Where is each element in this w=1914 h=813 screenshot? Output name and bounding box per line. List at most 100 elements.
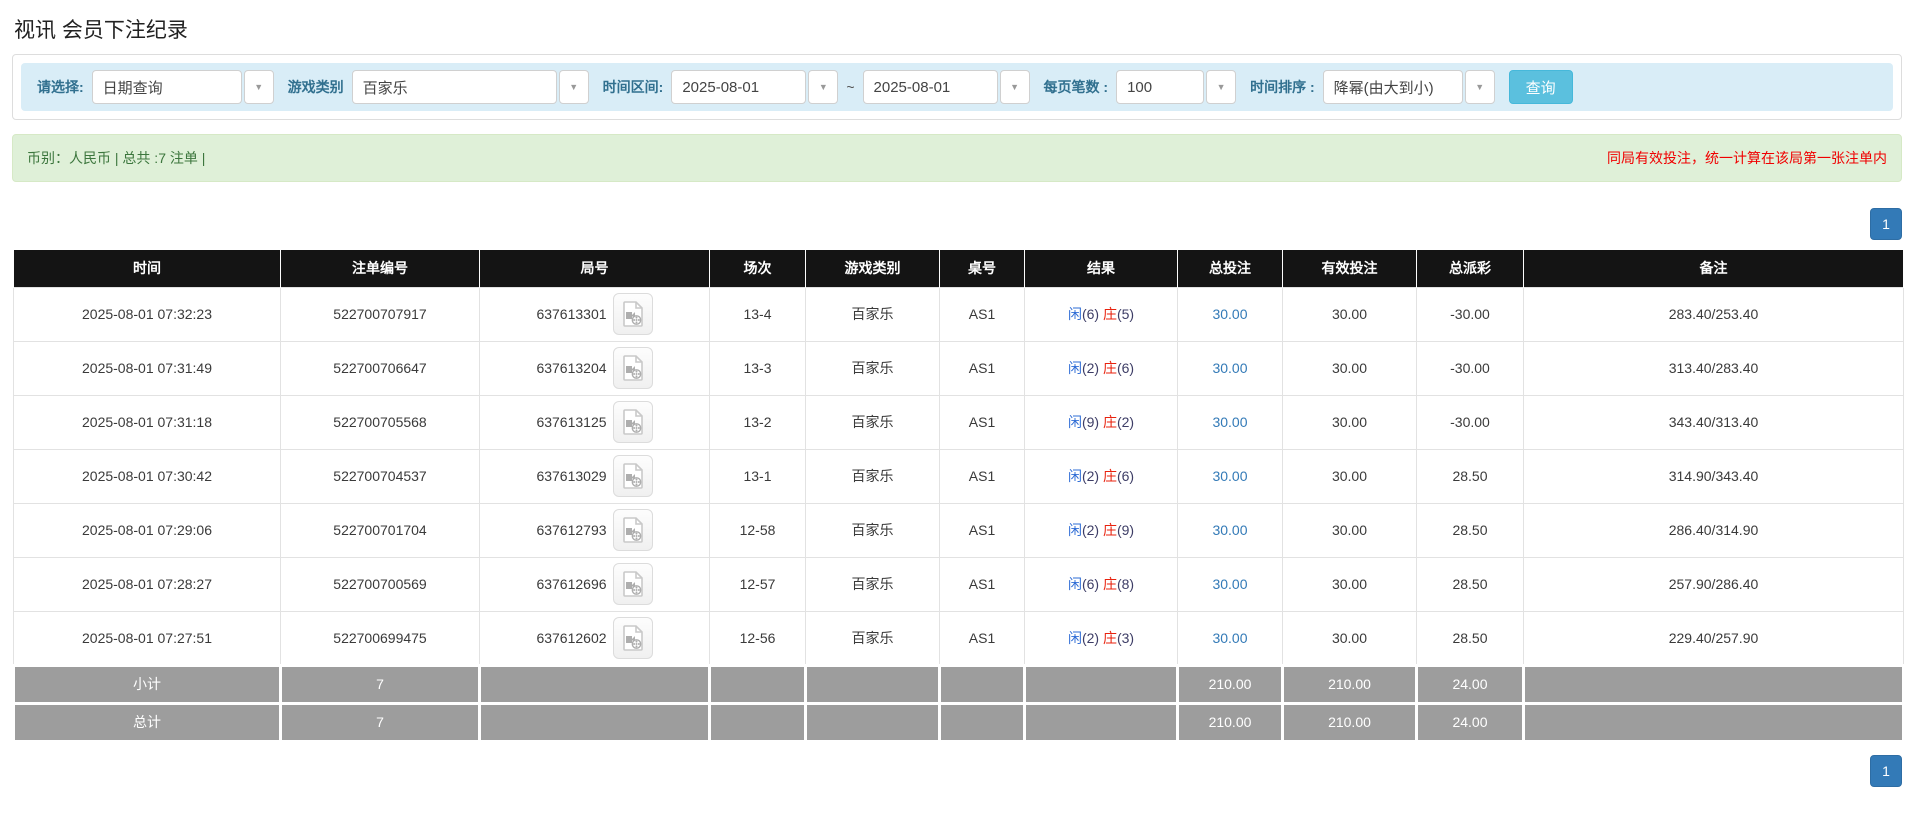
total-bet-link[interactable]: 30.00 [1212,522,1247,538]
total-bet-link[interactable]: 30.00 [1212,468,1247,484]
round-number-cell: 637612602 [479,610,710,666]
total-bet-link[interactable]: 30.00 [1212,360,1247,376]
banker-result: 庄 [1102,360,1117,376]
valid-bet-cell: 30.00 [1282,340,1417,396]
pagination-top: 1 [12,208,1902,240]
subtotal-row-cell-4 [804,663,941,705]
session-cell: 12-57 [709,556,806,612]
table-number-cell: AS1 [939,286,1025,342]
remark-cell: 313.40/283.40 [1523,340,1904,396]
total-bet-link[interactable]: 30.00 [1212,630,1247,646]
video-replay-icon[interactable] [612,509,653,551]
player-result: 闲 [1067,576,1082,592]
player-result: 闲 [1067,306,1082,322]
time-cell: 2025-08-01 07:31:49 [13,340,281,396]
chevron-down-icon[interactable]: ▼ [243,70,274,104]
bet-number-cell: 522700701704 [280,502,480,558]
round-number: 637612602 [536,629,607,646]
chevron-down-icon[interactable]: ▼ [558,70,589,104]
player-score: (6) [1081,306,1103,322]
video-replay-icon[interactable] [612,563,653,605]
chevron-down-icon[interactable]: ▼ [1464,70,1495,104]
result-cell: 闲(6) 庄(8) [1024,556,1178,612]
chevron-down-icon[interactable]: ▼ [999,70,1030,104]
time-cell: 2025-08-01 07:31:18 [13,394,281,450]
sort-order-select[interactable]: 降幂(由大到小) ▼ [1322,70,1495,104]
search-button[interactable]: 查询 [1508,70,1573,104]
game-type-cell: 百家乐 [805,610,940,666]
time-cell: 2025-08-01 07:28:27 [13,556,281,612]
date-to-picker[interactable]: 2025-08-01 ▼ [862,70,1030,104]
game-type-cell: 百家乐 [805,394,940,450]
result-cell: 闲(6) 庄(5) [1024,286,1178,342]
date-from-picker[interactable]: 2025-08-01 ▼ [671,70,839,104]
table-row: 2025-08-01 07:28:27 522700700569 637612696… [13,556,1904,612]
player-result: 闲 [1067,414,1082,430]
date-range-separator: ~ [846,79,855,95]
page-1-button[interactable]: 1 [1870,754,1902,787]
payout-cell: 28.50 [1416,556,1524,612]
per-page-label: 每页笔数 : [1043,79,1109,95]
bet-number-cell: 522700699475 [280,610,480,666]
banker-score: (9) [1116,522,1135,538]
total-row-cell-6 [1023,701,1179,743]
game-type-label: 游戏类别 [287,79,344,95]
player-score: (2) [1081,360,1103,376]
total-bet-cell: 30.00 [1177,340,1283,396]
game-type-select[interactable]: 百家乐 ▼ [351,70,589,104]
summary-currency-total: 币别：人民币 | 总共 :7 注单 | [27,150,206,166]
subtotal-row-cell-10 [1522,663,1905,705]
column-header: 时间 [13,250,281,287]
table-header-row: 时间 注单编号 局号 场次 游戏类别 桌号 结果 总投注 有效投注 总派彩 备注 [13,250,1904,287]
valid-bet-cell: 30.00 [1282,610,1417,666]
summary-bar: 币别：人民币 | 总共 :7 注单 | 同局有效投注，统一计算在该局第一张注单内 [12,134,1902,182]
table-row: 2025-08-01 07:31:49 522700706647 637613204… [13,340,1904,396]
time-cell: 2025-08-01 07:32:23 [13,286,281,342]
table-number-cell: AS1 [939,502,1025,558]
video-replay-icon[interactable] [612,401,653,443]
total-row-cell-2 [478,701,711,743]
total-row-cell-3 [708,701,807,743]
time-cell: 2025-08-01 07:27:51 [13,610,281,666]
session-cell: 13-3 [709,340,806,396]
video-replay-icon[interactable] [612,347,653,389]
date-to-value: 2025-08-01 [862,70,998,104]
video-replay-icon[interactable] [612,455,653,497]
video-replay-icon[interactable] [612,616,653,659]
game-type-cell: 百家乐 [805,340,940,396]
page-1-button[interactable]: 1 [1870,208,1902,240]
page: 视讯 会员下注纪录 请选择: 日期查询 ▼ 游戏类别 百家乐 ▼ 时间区间: 2… [0,0,1914,807]
subtotal-row-cell-5 [938,663,1026,705]
total-bet-link[interactable]: 30.00 [1212,306,1247,322]
table-row: 2025-08-01 07:27:51 522700699475 637612602… [13,610,1904,666]
session-cell: 12-56 [709,610,806,666]
total-bet-link[interactable]: 30.00 [1212,414,1247,430]
banker-result: 庄 [1102,414,1117,430]
subtotal-row-cell-9: 24.00 [1415,663,1525,705]
total-row-cell-0: 总计 [12,701,282,743]
total-bet-link[interactable]: 30.00 [1212,576,1247,592]
banker-score: (8) [1116,576,1135,592]
sort-order-value: 降幂(由大到小) [1322,70,1463,104]
chevron-down-icon[interactable]: ▼ [808,70,839,104]
table-number-cell: AS1 [939,340,1025,396]
payout-cell: 28.50 [1416,448,1524,504]
banker-result: 庄 [1102,576,1117,592]
table-number-cell: AS1 [939,394,1025,450]
table-row: 2025-08-01 07:32:23 522700707917 637613301… [13,286,1904,342]
player-score: (6) [1081,576,1103,592]
remark-cell: 283.40/253.40 [1523,286,1904,342]
per-page-select[interactable]: 100 ▼ [1116,70,1237,104]
round-number: 637612696 [536,576,607,592]
banker-score: (6) [1116,468,1135,484]
summary-notice: 同局有效投注，统一计算在该局第一张注单内 [1607,150,1887,166]
query-type-select[interactable]: 日期查询 ▼ [91,70,274,104]
banker-score: (3) [1116,629,1135,646]
result-cell: 闲(9) 庄(2) [1024,394,1178,450]
total-row-cell-9: 24.00 [1415,701,1525,743]
chevron-down-icon[interactable]: ▼ [1206,70,1237,104]
subtotal-row-cell-6 [1023,663,1179,705]
total-row-cell-10 [1522,701,1905,743]
pagination-bottom: 1 [12,754,1902,787]
video-replay-icon[interactable] [612,293,653,335]
